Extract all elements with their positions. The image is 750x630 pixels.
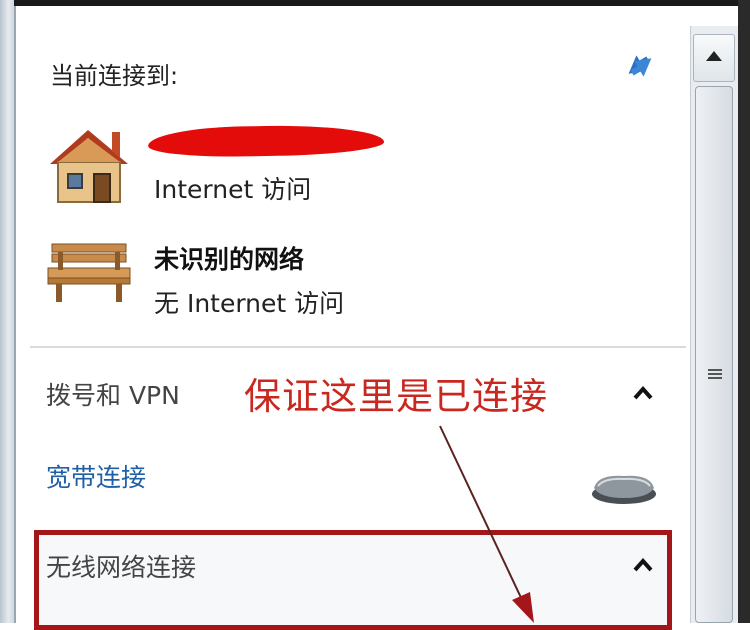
scroll-up-button[interactable]	[693, 34, 735, 82]
network-name: 未识别的网络	[154, 245, 305, 274]
wireless-connection-section-title[interactable]: 无线网络连接	[46, 548, 196, 584]
dialup-vpn-section-title[interactable]: 拨号和 VPN	[46, 376, 180, 412]
refresh-icon[interactable]	[620, 48, 660, 84]
chevron-up-icon[interactable]	[632, 556, 654, 574]
scroll-thumb[interactable]	[695, 86, 733, 623]
chevron-up-icon[interactable]	[632, 384, 654, 402]
window-frame-left	[0, 0, 14, 623]
scroll-up-arrow-icon	[706, 51, 722, 61]
modem-icon	[592, 475, 656, 504]
connection-status: Internet 访问	[154, 175, 312, 204]
broadband-connection-link[interactable]: 宽带连接	[46, 458, 146, 494]
house-icon	[50, 130, 128, 203]
bench-icon	[47, 243, 131, 302]
vertical-scrollbar[interactable]	[690, 26, 739, 623]
grip-icon	[708, 369, 722, 379]
section-divider	[30, 346, 686, 348]
annotation-text: 保证这里是已连接	[244, 375, 548, 418]
current-connection-title: 当前连接到:	[50, 62, 179, 90]
connection-status: 无 Internet 访问	[154, 289, 345, 318]
window-frame-right	[738, 0, 750, 623]
